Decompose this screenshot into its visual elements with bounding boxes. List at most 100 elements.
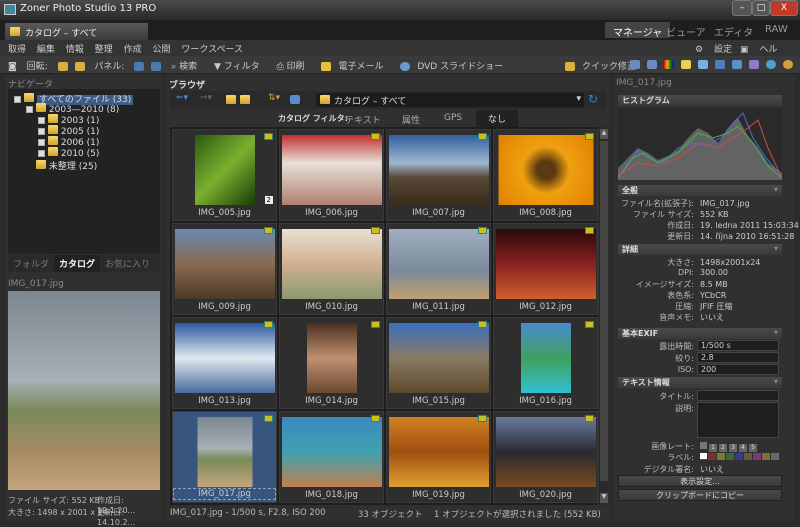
zoom-in-icon[interactable] [766,60,776,69]
exif-header[interactable]: 基本EXIF ▾ [618,328,782,339]
tree-item[interactable]: 未整理 (25) [36,159,97,172]
scrollbar[interactable]: ▲ ▼ [599,127,609,505]
chevron-down-icon[interactable]: ▾ [576,94,581,104]
rotate-right-icon[interactable] [74,62,85,71]
scrollbar-thumb[interactable] [600,141,608,481]
thumbnail-item[interactable]: IMG_009.jpg [172,223,277,315]
rating-star[interactable]: 5 [749,444,757,452]
property-field[interactable]: 1/500 s [697,340,779,351]
filter-text[interactable]: テキスト [345,113,381,126]
back-icon[interactable]: ⇐▾ [176,93,188,103]
menu-acquire[interactable]: 取得 [8,45,26,55]
color-label-swatch[interactable] [762,453,770,460]
title-input[interactable] [697,390,779,401]
color-label-swatch[interactable] [744,453,752,460]
dvd-button[interactable]: DVD スライドショー [400,62,510,72]
tab-catalog-all[interactable]: カタログ – すべて [5,23,148,40]
path-combobox[interactable]: カタログ – すべて ▾ [316,93,584,107]
settings-button[interactable]: ⚙ 設定 [695,42,740,55]
minimize-button[interactable]: – [732,0,752,16]
collapse-icon[interactable] [26,106,33,113]
color-label-swatch[interactable] [735,453,743,460]
refresh-icon[interactable]: ↻ [588,92,598,106]
mode-raw[interactable]: RAW [757,22,796,38]
no-rating-icon[interactable] [700,442,707,449]
tab-folders[interactable]: フォルダ [8,255,54,272]
thumbnail-item[interactable]: IMG_018.jpg [279,411,384,503]
panel-icon[interactable] [151,62,162,71]
menu-edit[interactable]: 編集 [37,45,55,55]
scroll-down-icon[interactable]: ▼ [600,493,608,503]
thumbnail-item[interactable]: IMG_005.jpg 2 [172,129,277,221]
thumbnail-item[interactable]: IMG_008.jpg [493,129,598,221]
general-header[interactable]: 全般 ▾ [618,185,782,196]
thumbnail-item[interactable]: IMG_020.jpg [493,411,598,503]
thumbnail-item[interactable]: IMG_014.jpg [279,317,384,409]
property-field[interactable]: 200 [697,364,779,375]
rating-star[interactable]: 2 [719,444,727,452]
filter-button[interactable]: ▼ フィルタ [214,62,267,72]
color-icon[interactable] [664,60,674,69]
zoom-out-icon[interactable] [783,60,793,69]
effects-icon[interactable] [749,60,759,69]
levels-icon[interactable] [715,60,725,69]
filter-gps[interactable]: GPS [444,113,462,123]
panel-icon[interactable] [134,62,145,71]
description-input[interactable] [697,402,779,438]
folder-up-icon[interactable] [226,95,236,104]
text-info-header[interactable]: テキスト情報 ▾ [618,377,782,388]
color-label-swatch[interactable] [753,453,761,460]
thumbnail-item[interactable]: IMG_016.jpg [493,317,598,409]
expand-icon[interactable] [38,117,45,124]
tab-favorites[interactable]: お気に入り [100,255,155,272]
color-label-swatch[interactable] [708,453,716,460]
thumbnail-item[interactable]: IMG_010.jpg [279,223,384,315]
menu-info[interactable]: 情報 [66,45,84,55]
thumbnail-item[interactable]: IMG_015.jpg [386,317,491,409]
scroll-up-icon[interactable]: ▲ [600,129,608,139]
forward-icon[interactable]: ⇒▾ [200,93,212,103]
filter-none[interactable]: なし [476,110,519,127]
menu-organize[interactable]: 整理 [95,45,113,55]
search-button[interactable]: ⌕ 検索 [171,62,204,72]
menu-publish[interactable]: 公開 [152,45,170,55]
rotate-left-icon[interactable] [57,62,68,71]
thumbnail-item[interactable]: IMG_017.jpg [172,411,277,503]
thumbnail-item[interactable]: IMG_007.jpg [386,129,491,221]
expand-icon[interactable] [38,139,45,146]
histogram-header[interactable]: ヒストグラム [618,95,782,106]
filter-attributes[interactable]: 属性 [402,113,420,126]
no-label-icon[interactable] [700,453,707,460]
rating-star[interactable]: 1 [709,444,717,452]
email-button[interactable]: 電子メール [321,62,390,72]
thumbnail-item[interactable]: IMG_011.jpg [386,223,491,315]
tab-catalog[interactable]: カタログ [54,255,101,272]
rating-star[interactable]: 3 [729,444,737,452]
collapse-icon[interactable] [14,96,21,103]
thumbnail-item[interactable]: IMG_012.jpg [493,223,598,315]
rating-star[interactable]: 4 [739,444,747,452]
color-label-swatch[interactable] [771,453,779,460]
favorite-folder-icon[interactable] [240,95,250,104]
thumbnail-item[interactable]: IMG_006.jpg [279,129,384,221]
tree-item[interactable]: 2010 (5) [38,147,99,159]
menu-workspace[interactable]: ワークスペース [181,45,243,55]
color-label-swatch[interactable] [717,453,725,460]
expand-icon[interactable] [38,128,45,135]
view-mode-icon[interactable] [290,95,300,104]
color-label-swatch[interactable] [726,453,734,460]
menu-create[interactable]: 作成 [124,45,142,55]
tool-icon[interactable] [630,60,640,69]
property-field[interactable]: 2.8 [697,352,779,363]
camera-icon[interactable]: ◙ [8,62,17,72]
close-button[interactable]: X [770,0,798,16]
details-header[interactable]: 詳細 ▾ [618,244,782,255]
sharpen-icon[interactable] [698,60,708,69]
bulb-icon[interactable] [681,60,691,69]
thumbnail-item[interactable]: IMG_013.jpg [172,317,277,409]
expand-icon[interactable] [38,150,45,157]
tool-icon[interactable] [647,60,657,69]
display-settings-button[interactable]: 表示設定... [618,475,782,487]
maximize-button[interactable]: □ [752,0,770,16]
thumbnail-item[interactable]: IMG_019.jpg [386,411,491,503]
